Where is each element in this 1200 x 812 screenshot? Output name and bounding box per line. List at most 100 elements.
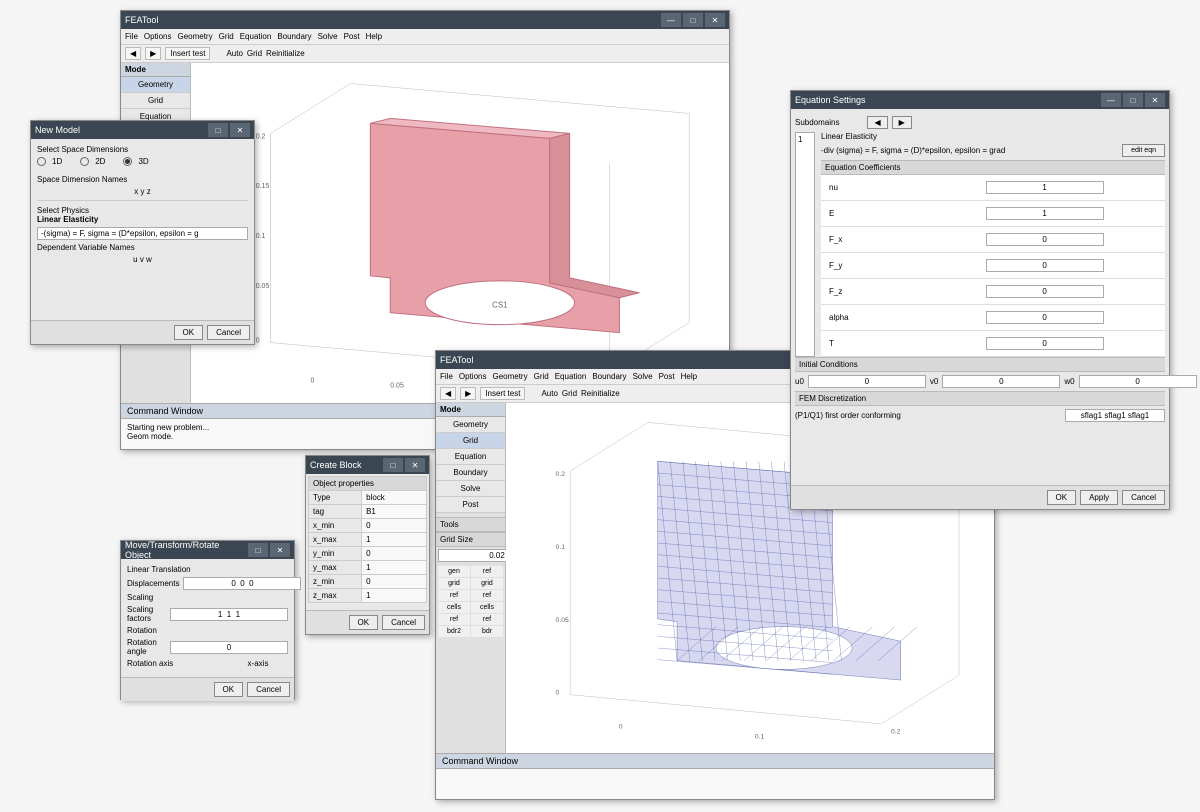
menu-grid[interactable]: Grid — [219, 32, 234, 41]
titlebar[interactable]: Equation Settings — □ ✕ — [791, 91, 1169, 109]
mode-grid[interactable]: Grid — [121, 93, 190, 109]
nav-fwd-button[interactable]: ▶ — [460, 387, 476, 400]
prop-zmax-value[interactable]: 1 — [362, 589, 427, 603]
menu-equation[interactable]: Equation — [240, 32, 272, 41]
menu-geometry[interactable]: Geometry — [492, 372, 527, 381]
minimize-icon[interactable]: — — [1101, 93, 1121, 107]
ok-button[interactable]: OK — [214, 682, 244, 697]
tool-ref[interactable]: ref — [471, 590, 503, 601]
nav-back-button[interactable]: ◀ — [440, 387, 456, 400]
tool-bdr[interactable]: bdr — [471, 626, 503, 637]
coef-e-input[interactable] — [986, 207, 1104, 220]
close-icon[interactable]: ✕ — [270, 543, 290, 557]
toolbar-grid[interactable]: Grid — [247, 49, 262, 58]
init-w0-input[interactable] — [1079, 375, 1197, 388]
ok-button[interactable]: OK — [1047, 490, 1077, 505]
cancel-button[interactable]: Cancel — [1122, 490, 1165, 505]
menu-file[interactable]: File — [440, 372, 453, 381]
maximize-icon[interactable]: □ — [1123, 93, 1143, 107]
tool-ref[interactable]: ref — [471, 614, 503, 625]
tool-grid[interactable]: grid — [438, 578, 470, 589]
init-v0-input[interactable] — [942, 375, 1060, 388]
tool-grid[interactable]: grid — [471, 578, 503, 589]
coef-alpha-input[interactable] — [986, 311, 1104, 324]
menu-post[interactable]: Post — [344, 32, 360, 41]
maximize-icon[interactable]: □ — [683, 13, 703, 27]
mode-grid[interactable]: Grid — [436, 433, 505, 449]
prop-xmax-value[interactable]: 1 — [362, 533, 427, 547]
nav-fwd-button[interactable]: ▶ — [145, 47, 161, 60]
coef-fz-input[interactable] — [986, 285, 1104, 298]
insert-button[interactable]: Insert test — [480, 387, 525, 400]
nav-back-button[interactable]: ◀ — [125, 47, 141, 60]
toolbar-auto[interactable]: Auto — [226, 49, 242, 58]
scaling-input[interactable] — [170, 608, 288, 621]
tool-cells[interactable]: cells — [471, 602, 503, 613]
close-icon[interactable]: ✕ — [405, 458, 425, 472]
ok-button[interactable]: OK — [349, 615, 379, 630]
apply-button[interactable]: Apply — [1080, 490, 1118, 505]
tool-ref[interactable]: ref — [471, 566, 503, 577]
menu-solve[interactable]: Solve — [633, 372, 653, 381]
menu-geometry[interactable]: Geometry — [177, 32, 212, 41]
command-window[interactable] — [436, 769, 994, 799]
toolbar-refresh[interactable]: Reinitialize — [266, 49, 305, 58]
edit-eqn-button[interactable]: edit eqn — [1122, 144, 1165, 157]
coef-nu-input[interactable] — [986, 181, 1104, 194]
displacements-input[interactable] — [183, 577, 301, 590]
radio-2d[interactable] — [80, 157, 89, 166]
titlebar[interactable]: Move/Transform/Rotate Object □ ✕ — [121, 541, 294, 559]
rotation-angle-input[interactable] — [170, 641, 288, 654]
prop-tag-value[interactable]: B1 — [362, 505, 427, 519]
menu-grid[interactable]: Grid — [534, 372, 549, 381]
menu-post[interactable]: Post — [659, 372, 675, 381]
menu-help[interactable]: Help — [681, 372, 697, 381]
mode-post[interactable]: Post — [436, 497, 505, 513]
menu-file[interactable]: File — [125, 32, 138, 41]
tool-gen[interactable]: gen — [438, 566, 470, 577]
fem-shape[interactable]: sflag1 sflag1 sflag1 — [1065, 409, 1165, 422]
tool-ref[interactable]: ref — [438, 590, 470, 601]
menu-equation[interactable]: Equation — [555, 372, 587, 381]
menu-boundary[interactable]: Boundary — [592, 372, 626, 381]
mode-equation[interactable]: Equation — [436, 449, 505, 465]
titlebar[interactable]: New Model □ ✕ — [31, 121, 254, 139]
toolbar-auto[interactable]: Auto — [541, 389, 557, 398]
prop-ymin-value[interactable]: 0 — [362, 547, 427, 561]
menu-solve[interactable]: Solve — [318, 32, 338, 41]
insert-button[interactable]: Insert test — [165, 47, 210, 60]
coef-fx-input[interactable] — [986, 233, 1104, 246]
ok-button[interactable]: OK — [174, 325, 204, 340]
mode-geometry[interactable]: Geometry — [436, 417, 505, 433]
tool-ref[interactable]: ref — [438, 614, 470, 625]
radio-1d[interactable] — [37, 157, 46, 166]
tool-cells[interactable]: cells — [438, 602, 470, 613]
menu-options[interactable]: Options — [144, 32, 172, 41]
minimize-icon[interactable]: — — [661, 13, 681, 27]
mode-geometry[interactable]: Geometry — [121, 77, 190, 93]
maximize-icon[interactable]: □ — [248, 543, 268, 557]
menu-boundary[interactable]: Boundary — [277, 32, 311, 41]
maximize-icon[interactable]: □ — [383, 458, 403, 472]
close-icon[interactable]: ✕ — [705, 13, 725, 27]
coef-t-input[interactable] — [986, 337, 1104, 350]
mode-boundary[interactable]: Boundary — [436, 465, 505, 481]
close-icon[interactable]: ✕ — [230, 123, 250, 137]
coef-fy-input[interactable] — [986, 259, 1104, 272]
cancel-button[interactable]: Cancel — [247, 682, 290, 697]
menu-help[interactable]: Help — [366, 32, 382, 41]
init-u0-input[interactable] — [808, 375, 926, 388]
prop-zmin-value[interactable]: 0 — [362, 575, 427, 589]
maximize-icon[interactable]: □ — [208, 123, 228, 137]
subdom-next-button[interactable]: ▶ — [892, 116, 912, 129]
menu-options[interactable]: Options — [459, 372, 487, 381]
toolbar-refresh[interactable]: Reinitialize — [581, 389, 620, 398]
subdom-prev-button[interactable]: ◀ — [867, 116, 887, 129]
close-icon[interactable]: ✕ — [1145, 93, 1165, 107]
toolbar-grid[interactable]: Grid — [562, 389, 577, 398]
mode-solve[interactable]: Solve — [436, 481, 505, 497]
cancel-button[interactable]: Cancel — [207, 325, 250, 340]
prop-xmin-value[interactable]: 0 — [362, 519, 427, 533]
radio-3d[interactable] — [123, 157, 132, 166]
cancel-button[interactable]: Cancel — [382, 615, 425, 630]
